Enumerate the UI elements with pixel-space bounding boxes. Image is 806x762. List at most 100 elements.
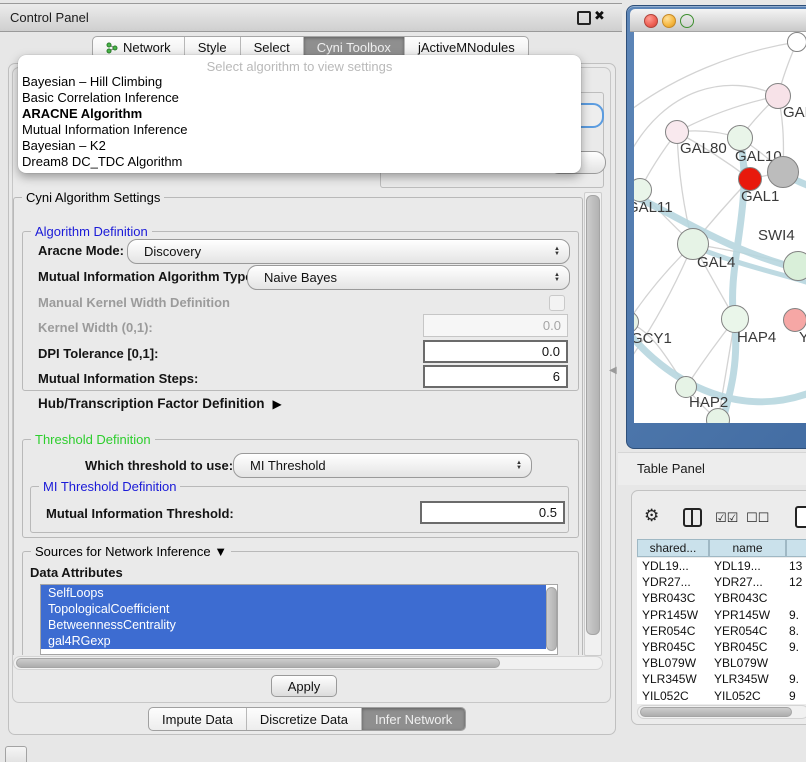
apply-button[interactable]: Apply bbox=[271, 675, 337, 697]
table-cell: YIL052C bbox=[709, 689, 786, 703]
network-node[interactable] bbox=[767, 156, 799, 188]
tab-discretize-data[interactable]: Discretize Data bbox=[247, 708, 362, 730]
algorithm-option-aracne-algorithm[interactable]: ARACNE Algorithm bbox=[22, 106, 187, 122]
table-row[interactable]: YIL052CYIL052C9 bbox=[637, 688, 806, 704]
mi-algorithm-type-combobox[interactable]: Naive Bayes ▲▼ bbox=[247, 265, 570, 290]
dpi-tolerance-label: DPI Tolerance [0,1]: bbox=[38, 346, 158, 361]
mi-threshold-value: 0.5 bbox=[539, 505, 557, 520]
table-row[interactable]: YER054CYER054C8. bbox=[637, 623, 806, 639]
node-label: GCY1 bbox=[634, 330, 672, 347]
settings-horizontal-scrollbar[interactable] bbox=[13, 656, 603, 670]
kernel-width-label: Kernel Width (0,1): bbox=[38, 320, 153, 335]
tab-label: Network bbox=[123, 40, 171, 55]
table-cell: YLR345W bbox=[637, 672, 709, 686]
network-icon bbox=[106, 42, 118, 54]
table-horizontal-scrollbar[interactable] bbox=[637, 705, 806, 719]
attribute-item-betweennesscentrality[interactable]: BetweennessCentrality bbox=[41, 617, 546, 633]
node-label: GAL1 bbox=[741, 188, 779, 205]
network-node[interactable] bbox=[787, 32, 806, 52]
mi-threshold-label: Mutual Information Threshold: bbox=[46, 506, 234, 521]
attributes-scrollbar-thumb[interactable] bbox=[546, 587, 557, 651]
settings-vertical-scrollbar[interactable] bbox=[584, 192, 602, 656]
algorithm-option-dream8-dc-tdc-algorithm[interactable]: Dream8 DC_TDC Algorithm bbox=[22, 154, 187, 170]
attribute-item-gal4rgexp[interactable]: gal4RGexp bbox=[41, 633, 546, 649]
table-cell: 8. bbox=[786, 624, 806, 638]
mi-steps-field[interactable]: 6 bbox=[423, 365, 568, 388]
settings-vscroll-thumb[interactable] bbox=[586, 195, 600, 635]
node-label: SWI4 bbox=[758, 227, 795, 244]
mi-algorithm-type-value: Naive Bayes bbox=[248, 270, 337, 285]
bottom-tab-strip: Impute DataDiscretize Data Infer Network bbox=[148, 707, 466, 731]
node-label: GAL11 bbox=[634, 199, 673, 216]
algorithm-option-mutual-information-inference[interactable]: Mutual Information Inference bbox=[22, 122, 187, 138]
algorithm-placeholder: Select algorithm to view settings bbox=[18, 59, 581, 74]
kernel-width-value: 0.0 bbox=[543, 318, 561, 333]
tab-impute-data[interactable]: Impute Data bbox=[149, 708, 247, 730]
close-traffic-light[interactable] bbox=[644, 14, 658, 28]
algorithm-option-bayesian-hill-climbing[interactable]: Bayesian – Hill Climbing bbox=[22, 74, 187, 90]
manual-kernel-width-label: Manual Kernel Width Definition bbox=[38, 295, 230, 310]
table-cell: YBL079W bbox=[637, 656, 709, 670]
network-node-swi4[interactable] bbox=[783, 251, 806, 281]
attribute-item-topologicalcoefficient[interactable]: TopologicalCoefficient bbox=[41, 601, 546, 617]
column-header-shared[interactable]: shared... bbox=[637, 539, 709, 557]
tab-label: Infer Network bbox=[375, 712, 452, 727]
table-row[interactable]: YBR043CYBR043C bbox=[637, 590, 806, 606]
attribute-item-selfloops[interactable]: SelfLoops bbox=[41, 585, 546, 601]
column-layout-icon[interactable] bbox=[683, 508, 702, 527]
collapsed-panel-icon[interactable] bbox=[5, 746, 27, 762]
table-cell: YPR145W bbox=[637, 608, 709, 622]
node-label: HAP4 bbox=[737, 329, 776, 346]
table-cell: YBL079W bbox=[709, 656, 786, 670]
network-canvas[interactable]: GALGAL80GAL10GAL1GAL11SWI4GAL4GCY1HAP4YH… bbox=[634, 32, 806, 423]
close-icon[interactable]: ✖ bbox=[594, 8, 605, 24]
table-row[interactable]: YBL079WYBL079W bbox=[637, 655, 806, 671]
column-header-clipped[interactable] bbox=[786, 539, 806, 557]
node-label: GAL bbox=[783, 104, 806, 121]
gear-icon[interactable]: ⚙ bbox=[644, 506, 659, 526]
table-hscroll-thumb[interactable] bbox=[640, 707, 792, 717]
column-header-name[interactable]: name bbox=[709, 539, 786, 557]
which-threshold-combobox[interactable]: MI Threshold ▲▼ bbox=[233, 453, 532, 478]
algorithm-definition-title: Algorithm Definition bbox=[31, 224, 152, 239]
minimize-traffic-light[interactable] bbox=[662, 14, 676, 28]
network-window-titlebar[interactable] bbox=[630, 9, 806, 32]
table-cell: 13 bbox=[786, 559, 806, 573]
mi-threshold-definition-title: MI Threshold Definition bbox=[39, 479, 180, 494]
kernel-width-field[interactable]: 0.0 bbox=[423, 314, 568, 337]
manual-kernel-width-checkbox[interactable] bbox=[549, 295, 565, 311]
mi-threshold-field[interactable]: 0.5 bbox=[420, 501, 565, 524]
aracne-mode-combobox[interactable]: Discovery ▲▼ bbox=[127, 239, 570, 264]
spinner-arrows-icon: ▲▼ bbox=[516, 461, 522, 471]
table-row[interactable]: YLR345WYLR345W9. bbox=[637, 671, 806, 687]
aracne-mode-label: Aracne Mode: bbox=[38, 243, 124, 258]
hub-definition-label: Hub/Transcription Factor Definition bbox=[38, 396, 265, 411]
algorithm-option-bayesian-k2[interactable]: Bayesian – K2 bbox=[22, 138, 187, 154]
table-row[interactable]: YDL19...YDL19...13 bbox=[637, 558, 806, 574]
table-row[interactable]: YDR27...YDR27...12 bbox=[637, 574, 806, 590]
settings-hscroll-thumb[interactable] bbox=[16, 658, 500, 668]
dpi-tolerance-field[interactable]: 0.0 bbox=[423, 340, 568, 363]
deselect-all-icon[interactable]: ☐☐ bbox=[746, 510, 769, 526]
select-all-icon[interactable]: ☑☑ bbox=[715, 510, 738, 526]
control-panel-title: Control Panel bbox=[10, 10, 89, 25]
algorithm-option-basic-correlation-inference[interactable]: Basic Correlation Inference bbox=[22, 90, 187, 106]
data-attributes-list[interactable]: SelfLoopsTopologicalCoefficientBetweenne… bbox=[40, 584, 558, 655]
float-window-icon[interactable] bbox=[577, 11, 591, 25]
tab-infer-network[interactable]: Infer Network bbox=[362, 708, 465, 730]
control-panel-titlebar: Control Panel ✖ bbox=[0, 3, 622, 32]
table-icon[interactable] bbox=[795, 506, 806, 528]
panel-splitter-handle[interactable]: ◀ bbox=[609, 365, 617, 376]
table-cell: YDL19... bbox=[637, 559, 709, 573]
table-row[interactable]: YPR145WYPR145W9. bbox=[637, 607, 806, 623]
sources-title-text: Sources for Network Inference bbox=[35, 544, 211, 559]
sources-group-title[interactable]: Sources for Network Inference ▼ bbox=[31, 544, 231, 559]
hub-definition-toggle[interactable]: Hub/Transcription Factor Definition▶ bbox=[38, 396, 282, 411]
table-body: YDL19...YDL19...13YDR27...YDR27...12YBR0… bbox=[637, 558, 806, 704]
node-label: GAL80 bbox=[680, 140, 727, 157]
node-label: Y bbox=[799, 329, 806, 346]
table-row[interactable]: YBR045CYBR045C9. bbox=[637, 639, 806, 655]
table-cell: 12 bbox=[786, 575, 806, 589]
mi-steps-label: Mutual Information Steps: bbox=[38, 371, 198, 386]
zoom-traffic-light[interactable] bbox=[680, 14, 694, 28]
